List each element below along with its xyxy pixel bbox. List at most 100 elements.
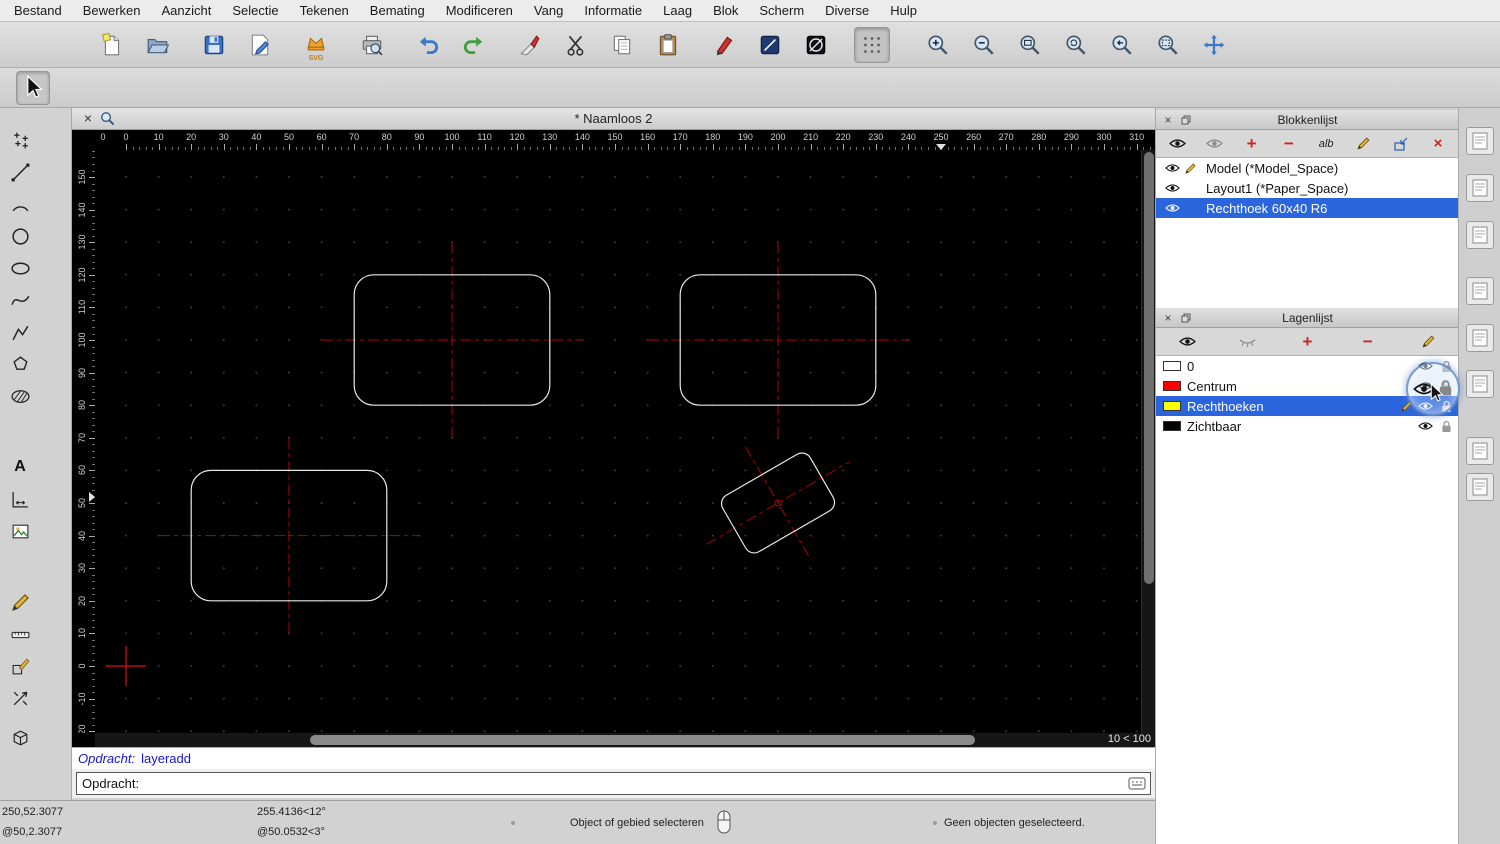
horizontal-scrollbar[interactable]: 10 < 100 (95, 733, 1155, 747)
ruler-icon (11, 631, 29, 638)
command-input[interactable]: Opdracht: (76, 772, 1151, 795)
arc-tool-button[interactable] (5, 189, 35, 219)
block-row-layout1[interactable]: Layout1 (*Paper_Space) (1156, 178, 1459, 198)
zoom-previous-button[interactable] (1104, 27, 1140, 63)
dock-widget-button-8[interactable] (1466, 473, 1494, 501)
explode-tool-button[interactable] (5, 683, 35, 713)
add-layer-button[interactable]: + (1293, 330, 1323, 354)
menu-tekenen[interactable]: Tekenen (300, 3, 349, 18)
remove-block-button[interactable]: − (1274, 132, 1304, 156)
text-tool-button[interactable]: A (5, 452, 35, 482)
dock-widget-button-7[interactable] (1466, 437, 1494, 465)
shape-edit-tool-button[interactable] (5, 651, 35, 681)
pencil-icon[interactable] (1184, 162, 1197, 175)
save-button[interactable] (196, 27, 232, 63)
blocks-panel-title: Blokkenlijst (1277, 113, 1338, 127)
line-tool-button[interactable] (5, 157, 35, 187)
circle-tool-button[interactable] (5, 221, 35, 251)
menu-scherm[interactable]: Scherm (759, 3, 804, 18)
drawing-svg[interactable] (95, 150, 1141, 733)
dock-widget-button-3[interactable] (1466, 221, 1494, 249)
add-block-button[interactable]: + (1237, 132, 1267, 156)
drawing-canvas[interactable] (95, 150, 1141, 733)
ellipse-tool-button[interactable] (5, 253, 35, 283)
pen-attributes-button[interactable] (706, 27, 742, 63)
open-file-button[interactable] (140, 27, 176, 63)
copy-button[interactable] (604, 27, 640, 63)
eye-icon[interactable] (1165, 183, 1180, 193)
menu-selectie[interactable]: Selectie (232, 3, 278, 18)
points-tool-button[interactable] (5, 125, 35, 155)
keyboard-icon[interactable] (1128, 776, 1146, 791)
dimension-tool-button[interactable] (5, 484, 35, 514)
redo-button[interactable] (456, 27, 492, 63)
purge-blocks-button[interactable]: × (1423, 132, 1453, 156)
ellipse-icon (10, 262, 30, 274)
spline-tool-button[interactable] (5, 285, 35, 315)
menu-bewerken[interactable]: Bewerken (83, 3, 141, 18)
hide-all-layers-button[interactable] (1232, 330, 1262, 354)
menu-diverse[interactable]: Diverse (825, 3, 869, 18)
zoom-out-button[interactable] (966, 27, 1002, 63)
lock-icon[interactable] (1441, 420, 1452, 433)
pencil-edit-tool-button[interactable] (5, 587, 35, 617)
vertical-scrollbar-thumb[interactable] (1144, 152, 1154, 584)
eye-icon[interactable] (1165, 203, 1180, 213)
eye-icon[interactable] (1165, 163, 1180, 173)
svg-label: SVG (308, 54, 324, 62)
zoom-redraw-button[interactable] (1058, 27, 1094, 63)
dock-widget-button-1[interactable] (1466, 127, 1494, 155)
menu-informatie[interactable]: Informatie (584, 3, 642, 18)
block-row-model[interactable]: Model (*Model_Space) (1156, 158, 1459, 178)
delete-tool-button[interactable] (512, 27, 548, 63)
dock-widget-button-4[interactable] (1466, 277, 1494, 305)
block-row-rechthoek[interactable]: Rechthoek 60x40 R6 (1156, 198, 1459, 218)
eye-icon[interactable] (1418, 421, 1433, 431)
selection-tool-button[interactable] (16, 71, 50, 105)
remove-layer-button[interactable]: − (1353, 330, 1383, 354)
polyline-tool-button[interactable] (5, 317, 35, 347)
edit-layer-button[interactable] (1413, 330, 1443, 354)
edit-file-button[interactable] (242, 27, 278, 63)
menu-bestand[interactable]: Bestand (14, 3, 62, 18)
menu-vang[interactable]: Vang (534, 3, 563, 18)
menu-aanzicht[interactable]: Aanzicht (162, 3, 212, 18)
dock-widget-button-2[interactable] (1466, 174, 1494, 202)
rename-block-button[interactable]: alb (1311, 132, 1341, 156)
insert-block-button[interactable] (1386, 132, 1416, 156)
hatch-tool-button[interactable] (5, 381, 35, 411)
vertical-scrollbar[interactable] (1141, 150, 1155, 733)
measure-tool-button[interactable] (5, 619, 35, 649)
dock-widget-button-5[interactable] (1466, 324, 1494, 352)
print-preview-button[interactable] (354, 27, 390, 63)
menu-bemating[interactable]: Bemating (370, 3, 425, 18)
grid-toggle-button[interactable] (854, 26, 890, 63)
undo-button[interactable] (410, 27, 446, 63)
box3d-tool-button[interactable] (5, 722, 35, 752)
hide-all-blocks-button[interactable] (1199, 132, 1229, 156)
cut-button[interactable] (558, 27, 594, 63)
line-attributes-button[interactable] (752, 27, 788, 63)
edit-block-button[interactable] (1348, 132, 1378, 156)
polygon-tool-button[interactable] (5, 349, 35, 379)
dock-widget-button-6[interactable] (1466, 370, 1494, 398)
menu-hulp[interactable]: Hulp (890, 3, 917, 18)
paste-button[interactable] (650, 27, 686, 63)
zoom-in-button[interactable] (920, 27, 956, 63)
image-tool-button[interactable] (5, 516, 35, 546)
svg-export-button[interactable]: SVG (298, 27, 334, 63)
panel-icon (1470, 131, 1490, 151)
menu-blok[interactable]: Blok (713, 3, 738, 18)
show-all-blocks-button[interactable] (1162, 132, 1192, 156)
menu-modificeren[interactable]: Modificeren (446, 3, 513, 18)
layer-row-zichtbaar[interactable]: Zichtbaar (1156, 416, 1459, 436)
zoom-window-button[interactable] (1150, 27, 1186, 63)
layer-list: 0 Centrum Rechthoeken Zichtbaar (1156, 356, 1459, 844)
menu-laag[interactable]: Laag (663, 3, 692, 18)
horizontal-scrollbar-thumb[interactable] (310, 735, 975, 745)
draw-order-button[interactable] (798, 27, 834, 63)
auto-zoom-button[interactable] (1012, 27, 1048, 63)
pan-button[interactable] (1196, 27, 1232, 63)
new-file-button[interactable] (94, 27, 130, 63)
show-all-layers-button[interactable] (1172, 330, 1202, 354)
